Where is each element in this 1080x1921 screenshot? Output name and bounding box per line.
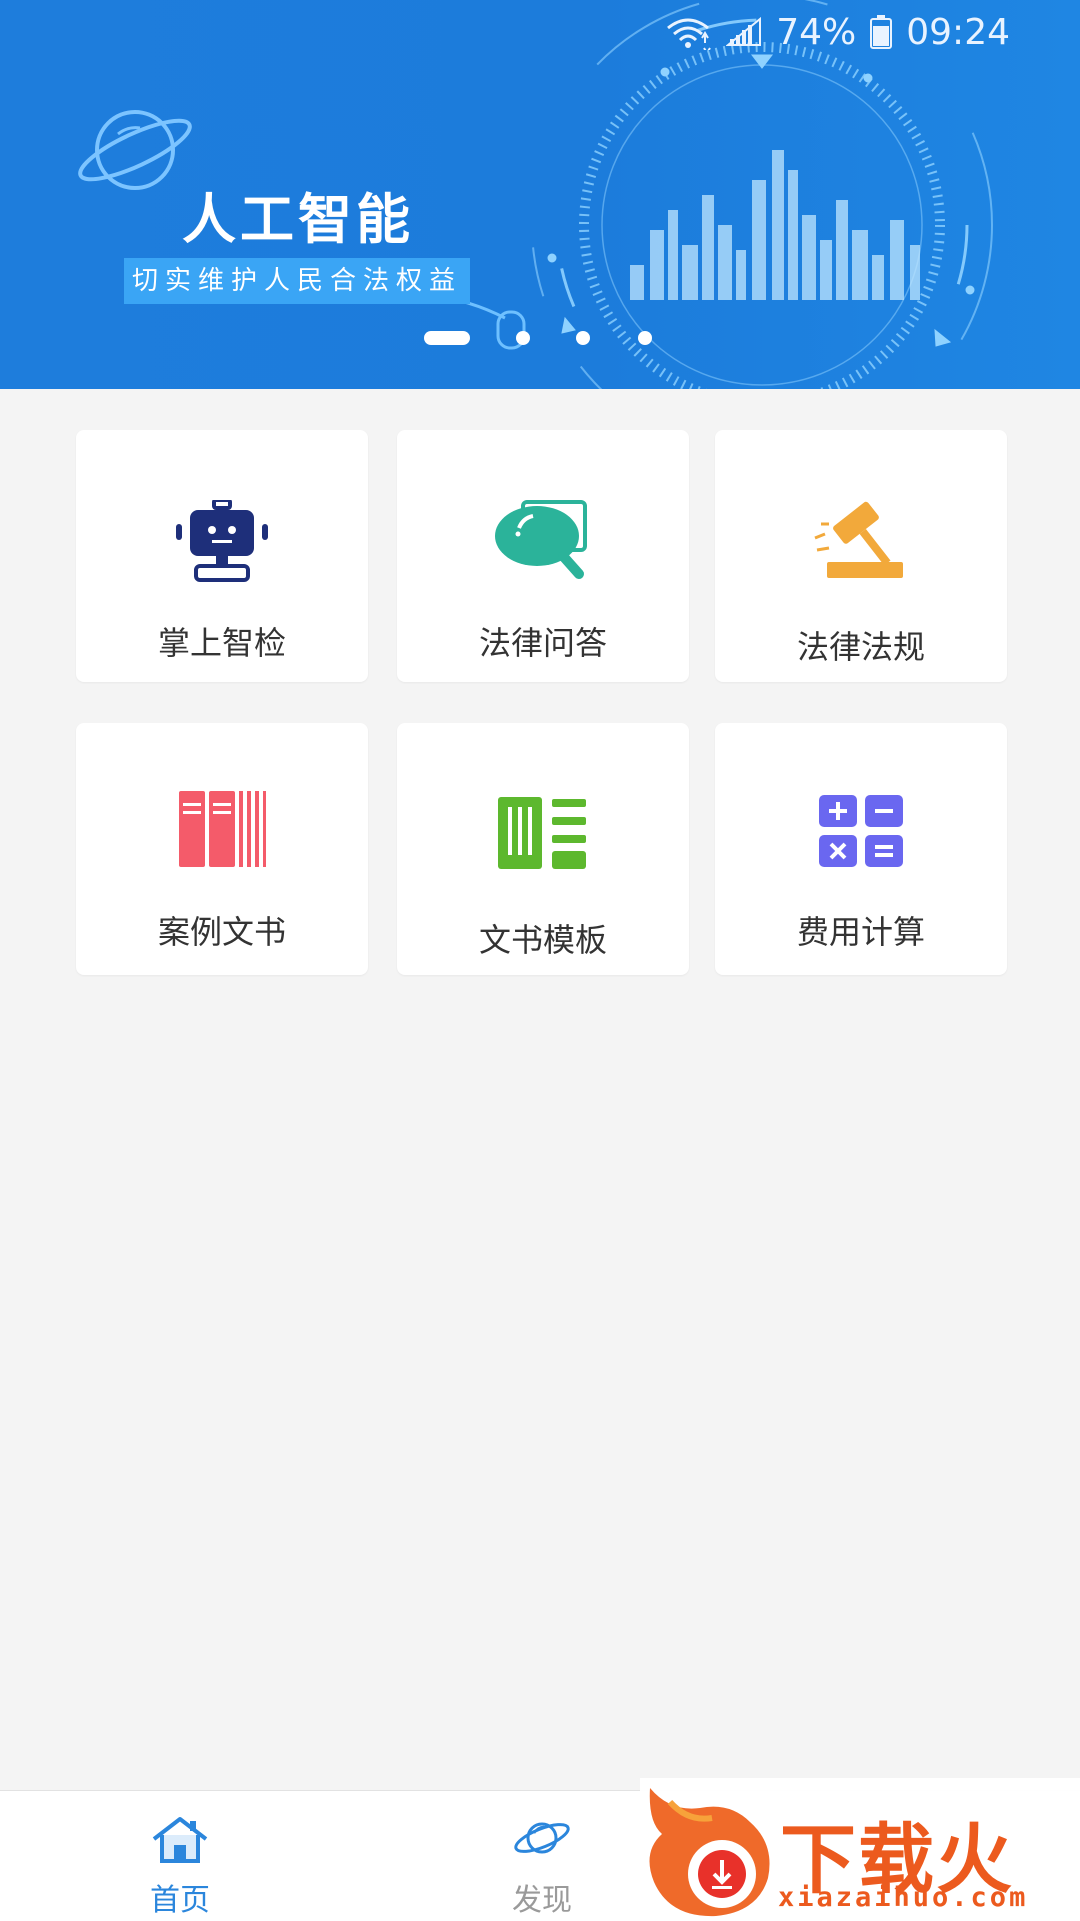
feature-card-case-documents[interactable]: 案例文书: [76, 723, 368, 975]
banner-subtitle: 切实维护人民合法权益: [124, 258, 471, 304]
nav-label-discover: 发现: [512, 1883, 572, 1918]
feature-card-label: 法律法规: [796, 628, 925, 666]
template-icon: [498, 797, 586, 869]
wifi-icon: [667, 18, 712, 50]
feature-card-laws-regulations[interactable]: 法律法规: [715, 430, 1007, 682]
planet-icon: [514, 1822, 570, 1854]
home-icon: [152, 1817, 208, 1863]
feature-card-label: 文书模板: [478, 921, 607, 959]
feature-card-label: 掌上智检: [157, 624, 286, 662]
carousel-dot[interactable]: [638, 331, 652, 345]
nav-label-home: 首页: [150, 1883, 210, 1918]
city-skyline-decoration: [630, 150, 920, 300]
nav-item-home[interactable]: 首页: [80, 1791, 280, 1921]
flame-logo-icon: [649, 1788, 770, 1917]
battery-percent: 74%: [776, 11, 857, 53]
clock-time: 09:24: [906, 11, 1010, 53]
calculator-icon: [819, 795, 903, 867]
carousel-dot[interactable]: [576, 331, 590, 345]
carousel-dot-active[interactable]: [424, 331, 470, 345]
feature-card-fee-calculator[interactable]: 费用计算: [715, 723, 1007, 975]
banner-illustration: [78, 0, 993, 389]
feature-card-label: 法律问答: [478, 624, 607, 662]
nav-item-discover[interactable]: 发现: [442, 1791, 642, 1921]
feature-card-legal-qa[interactable]: 法律问答: [397, 430, 689, 682]
banner-title: 人工智能: [182, 188, 414, 251]
gavel-icon: [814, 501, 903, 578]
feature-card-label: 案例文书: [157, 913, 286, 951]
banner-carousel[interactable]: 74% 09:24 人工智能 切实维护人民合法权益: [0, 0, 1080, 389]
watermark-url: xiazaihuo.com: [778, 1882, 1029, 1913]
planet-decoration-icon: [78, 110, 192, 190]
battery-icon: [870, 15, 893, 49]
robot-icon: [176, 500, 268, 582]
carousel-dot[interactable]: [516, 331, 530, 345]
feature-card-smart-inspection[interactable]: 掌上智检: [76, 430, 368, 682]
status-bar: 74% 09:24: [664, 8, 1010, 56]
signal-icon: [726, 17, 762, 46]
watermark-overlay: 下载火 xiazaihuo.com: [640, 1778, 1080, 1920]
books-icon: [179, 791, 266, 867]
feature-card-document-templates[interactable]: 文书模板: [397, 723, 689, 975]
feature-card-label: 费用计算: [796, 913, 925, 951]
chat-search-icon: [495, 500, 587, 579]
